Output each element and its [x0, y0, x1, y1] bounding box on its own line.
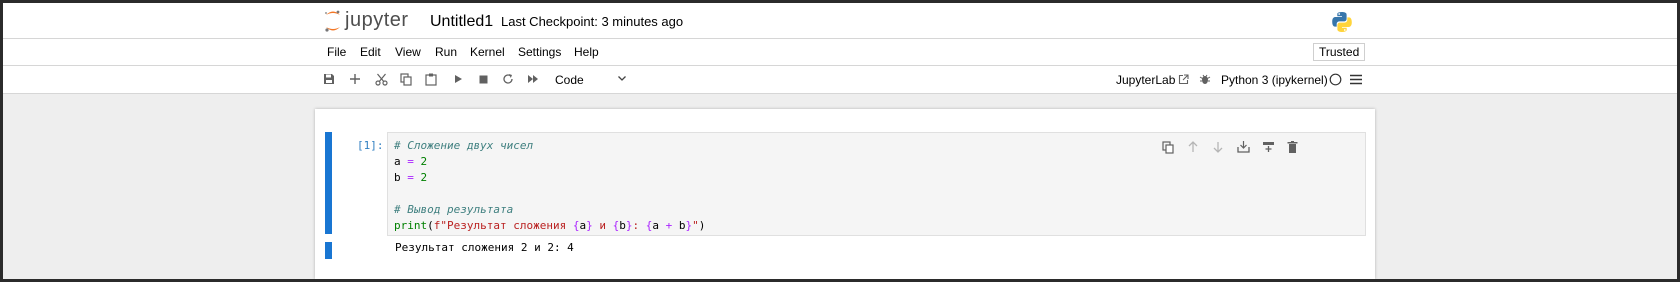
input-prompt: [1]: [357, 139, 384, 152]
insert-above-icon [1236, 141, 1250, 153]
header-bar: jupyter Untitled1 Last Checkpoint: 3 min… [3, 3, 1677, 39]
code-line-5: # Вывод результата [394, 203, 514, 216]
code-content[interactable]: # Сложение двух чисел a = 2 b = 2 # Выво… [394, 138, 705, 234]
play-icon [455, 75, 462, 83]
scissors-icon [374, 73, 388, 86]
chevron-down-icon [618, 76, 626, 81]
cut-button[interactable] [373, 71, 389, 87]
insert-cell-button[interactable] [347, 71, 363, 87]
menu-run[interactable]: Run [435, 45, 457, 59]
copy-icon [400, 72, 412, 86]
cell-type-select[interactable]: Code [555, 73, 584, 87]
plus-icon [350, 74, 360, 84]
duplicate-icon [1162, 140, 1174, 154]
stop-icon [479, 75, 487, 83]
save-icon [324, 74, 334, 84]
code-line-3: b = 2 [394, 171, 428, 184]
hamburger-icon [1350, 74, 1362, 84]
insert-below-icon [1262, 142, 1274, 152]
code-line-6: print(f"Результат сложения {a} и {b}: {a… [394, 219, 706, 232]
save-button[interactable] [321, 71, 337, 87]
kernel-status-indicator [1327, 71, 1343, 87]
trash-icon [1287, 141, 1297, 153]
menu-help[interactable]: Help [574, 45, 599, 59]
code-editor[interactable]: # Сложение двух чисел a = 2 b = 2 # Выво… [387, 132, 1366, 236]
menu-button[interactable] [1348, 71, 1364, 87]
jupyter-logo[interactable]: jupyter [323, 8, 409, 33]
duplicate-cell-button[interactable] [1160, 139, 1176, 155]
insert-cell-below-button[interactable] [1260, 139, 1276, 155]
output-collapser[interactable] [325, 242, 332, 259]
arrow-up-icon [1188, 141, 1198, 152]
python-logo-icon [1332, 12, 1352, 32]
arrow-down-icon [1213, 142, 1223, 153]
move-cell-down-button[interactable] [1210, 139, 1226, 155]
jupyter-logo-icon [325, 10, 340, 32]
restart-icon [503, 74, 513, 84]
interrupt-kernel-button[interactable] [475, 71, 491, 87]
insert-cell-above-button[interactable] [1235, 139, 1251, 155]
delete-cell-button[interactable] [1284, 139, 1300, 155]
last-checkpoint: Last Checkpoint: 3 minutes ago [501, 14, 684, 29]
menu-bar: File Edit View Run Kernel Settings Help … [3, 39, 1677, 66]
restart-run-all-button[interactable] [525, 71, 541, 87]
notebook-title[interactable]: Untitled1 [430, 13, 493, 31]
open-jupyterlab-link[interactable]: JupyterLab [1116, 73, 1175, 87]
external-link-icon [1178, 73, 1189, 84]
jupyter-window: jupyter Untitled1 Last Checkpoint: 3 min… [3, 3, 1677, 279]
cell-output: Результат сложения 2 и 2: 4 [395, 241, 574, 254]
input-collapser[interactable] [325, 132, 332, 234]
kernel-idle-circle-icon [1329, 73, 1341, 85]
restart-kernel-button[interactable] [500, 71, 516, 87]
run-cell-button[interactable] [450, 71, 466, 87]
code-line-1: # Сложение двух чисел [394, 139, 534, 152]
menu-view[interactable]: View [395, 45, 421, 59]
menu-edit[interactable]: Edit [360, 45, 381, 59]
move-cell-up-button[interactable] [1185, 139, 1201, 155]
paste-button[interactable] [423, 71, 439, 87]
debugger-button[interactable] [1197, 71, 1213, 87]
menu-settings[interactable]: Settings [518, 45, 561, 59]
logo-text: jupyter [345, 9, 409, 31]
copy-button[interactable] [398, 71, 414, 87]
fast-forward-icon [528, 75, 538, 83]
notebook-toolbar: Code JupyterLab Python 3 (ipykernel) [3, 66, 1677, 94]
kernel-name[interactable]: Python 3 (ipykernel) [1221, 73, 1328, 87]
bug-icon [1199, 74, 1211, 84]
code-line-2: a = 2 [394, 155, 428, 168]
trusted-indicator[interactable]: Trusted [1313, 43, 1366, 61]
menu-kernel[interactable]: Kernel [470, 45, 505, 59]
launch-icon-wrap[interactable] [1175, 71, 1191, 87]
notebook-panel: [1]: # Сложение двух чисел a = 2 b = 2 #… [315, 109, 1375, 279]
paste-icon [425, 73, 437, 86]
menu-file[interactable]: File [327, 45, 346, 59]
